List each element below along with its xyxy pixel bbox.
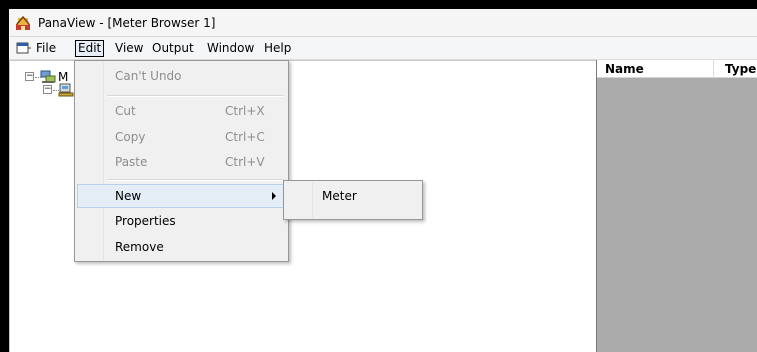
document-window-icon[interactable]: [16, 41, 32, 55]
menu-item-shortcut: Ctrl+V: [225, 155, 265, 169]
menu-item-new[interactable]: New: [77, 184, 286, 208]
menu-output[interactable]: Output: [150, 40, 196, 57]
meter-group-icon[interactable]: [58, 83, 74, 97]
meter-list-pane[interactable]: Name Type: [596, 60, 757, 352]
menu-item-properties[interactable]: Properties: [77, 209, 286, 233]
menu-separator: [107, 95, 284, 97]
edit-menu-dropdown: Can't Undo Cut Ctrl+X Copy Ctrl+C Paste …: [74, 60, 289, 262]
network-icon: [40, 70, 56, 83]
menu-item-shortcut: Ctrl+C: [225, 130, 265, 144]
menu-item-shortcut: Ctrl+X: [225, 104, 265, 118]
menu-item-new-meter[interactable]: Meter: [286, 184, 420, 208]
menu-item-label: New: [115, 189, 142, 203]
menu-window[interactable]: Window: [205, 40, 256, 57]
menu-item-label: Cut: [115, 104, 136, 118]
tree-collapse-toggle[interactable]: −: [43, 85, 52, 94]
menu-item-label: Can't Undo: [115, 69, 182, 83]
window-frame-top: [0, 0, 757, 9]
column-header-name[interactable]: Name: [605, 62, 644, 76]
column-divider[interactable]: [713, 60, 714, 78]
menu-item-cut[interactable]: Cut Ctrl+X: [77, 99, 286, 123]
menu-item-label: Meter: [322, 189, 357, 203]
menu-item-label: Copy: [115, 130, 146, 144]
tree-collapse-toggle[interactable]: −: [25, 72, 34, 81]
menu-item-remove[interactable]: Remove: [77, 235, 286, 259]
panaview-app-icon: [16, 15, 30, 30]
column-header-type[interactable]: Type: [725, 62, 756, 76]
menu-help[interactable]: Help: [262, 40, 293, 57]
menu-item-label: Paste: [115, 155, 148, 169]
menu-item-label: Remove: [115, 240, 164, 254]
menu-edit[interactable]: Edit: [75, 40, 105, 57]
window-frame-left: [0, 9, 9, 352]
window-title: PanaView - [Meter Browser 1]: [38, 16, 216, 30]
menu-item-undo[interactable]: Can't Undo: [77, 64, 286, 88]
menu-view[interactable]: View: [113, 40, 145, 57]
tree-root-label[interactable]: M: [58, 70, 68, 84]
list-header: Name Type: [597, 60, 757, 78]
submenu-arrow-icon: [272, 192, 276, 200]
menu-file[interactable]: File: [34, 40, 58, 57]
menu-item-copy[interactable]: Copy Ctrl+C: [77, 125, 286, 149]
menu-item-paste[interactable]: Paste Ctrl+V: [77, 150, 286, 174]
menu-separator: [107, 179, 284, 181]
new-submenu: Meter: [283, 180, 423, 220]
menu-item-label: Properties: [115, 214, 176, 228]
